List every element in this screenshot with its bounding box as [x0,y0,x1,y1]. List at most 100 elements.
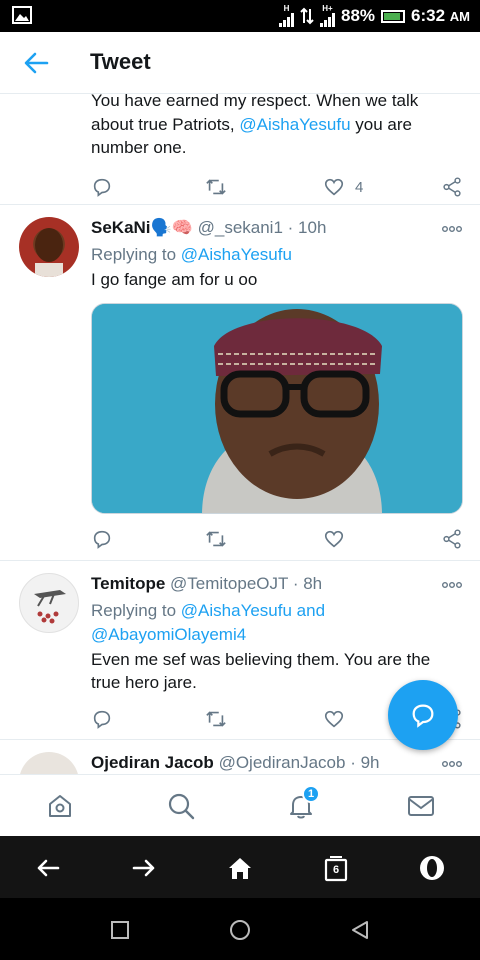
tweet-text-line: You have earned my respect. When we talk [91,94,419,110]
tweet-text: I go fange am for u oo [91,270,258,289]
retweet-button[interactable] [205,707,227,731]
reply-bubble-icon [412,704,434,728]
author-name[interactable]: Temitope [91,574,165,593]
tweet-card[interactable]: You have earned my respect. When we talk… [0,94,480,205]
tweet-text-line: number one. [91,138,187,157]
data-transfer-icon [300,7,314,25]
signal-1-icon: H [278,4,294,27]
retweet-button[interactable] [205,527,227,551]
like-button[interactable] [323,527,345,551]
browser-home-icon[interactable] [226,854,254,882]
reply-icon [93,178,111,197]
network-type-1: H [283,4,290,13]
share-button[interactable] [441,175,463,199]
system-nav-bar [0,898,480,960]
battery-icon [381,9,406,23]
tab-count: 6 [332,863,340,876]
avatar-photo [35,228,63,277]
app-header: Tweet [0,32,480,94]
heart-icon [324,530,344,548]
retweet-icon [206,711,226,727]
tweet-text-segment: you are [355,115,412,134]
replying-label: Replying to [91,601,177,620]
tweet-time: · 9h [350,753,380,772]
reply-button[interactable] [91,527,113,551]
replying-to-line-2: @AbayomiOlayemi4 [91,625,246,645]
heart-icon [324,178,344,196]
replying-label: Replying to [91,245,177,264]
battery-percent: 88% [340,6,376,25]
author-handle[interactable]: @_sekani1 [198,218,283,237]
reply-icon [93,710,111,729]
heart-icon [324,710,344,728]
tweet-actions [91,527,463,551]
avatar[interactable] [19,217,79,277]
retweet-icon [206,179,226,195]
notification-badge: 1 [302,785,320,803]
reply-button[interactable] [91,707,113,731]
status-bar: H H+ 88% 6:32 AM [0,0,480,32]
search-icon[interactable] [166,791,196,821]
tweet-text-line: true hero jare. [91,673,197,692]
browser-tabs-button[interactable]: 6 [322,854,350,882]
avatar[interactable] [19,752,79,774]
mention-link[interactable]: @AbayomiOlayemi4 [91,625,246,644]
author-name[interactable]: Ojediran Jacob [91,753,214,772]
author-name[interactable]: SeKaNi [91,218,151,237]
tweet-actions: 4 [91,175,463,199]
messages-envelope-icon[interactable] [406,791,436,821]
tweet-author-line: Temitope @TemitopeOJT · 8h [91,574,322,594]
share-button[interactable] [441,527,463,551]
replying-to-line: Replying to @AishaYesufu and [91,601,325,621]
share-icon [443,177,461,197]
more-options-icon[interactable] [442,581,462,589]
app-screen: H H+ 88% 6:32 AM Tweet You have earned m… [0,0,480,960]
mention-link[interactable]: @AishaYesufu and [181,601,325,620]
tweet-author-line: SeKaNi🗣️🧠 @_sekani1 · 10h [91,218,326,238]
retweet-button[interactable] [205,175,227,199]
signal-2-icon: H+ [319,4,335,27]
clock-time: 6:32 [411,6,446,25]
clock-ampm: AM [449,9,470,24]
reply-button[interactable] [91,175,113,199]
browser-toolbar: 6 [0,836,480,898]
portrait-photo [92,304,462,513]
more-options-icon[interactable] [442,760,462,768]
like-button[interactable]: 4 [323,175,363,199]
home-circle-icon[interactable] [228,918,252,942]
mention-link[interactable]: @AishaYesufu [181,245,292,264]
mention-link[interactable]: @AishaYesufu [239,115,350,134]
compose-reply-button[interactable] [388,680,458,750]
more-options-icon[interactable] [442,225,462,233]
bottom-tab-bar: 1 [0,774,480,836]
tweet-media-image[interactable] [91,303,463,514]
tweet-card[interactable]: SeKaNi🗣️🧠 @_sekani1 · 10h Replying to @A… [0,205,480,561]
tweet-text-line: about true Patriots, @AishaYesufu you ar… [91,115,412,135]
author-handle[interactable]: @TemitopeOJT [170,574,288,593]
reply-icon [93,530,111,549]
tweet-text-line: Even me sef was believing them. You are … [91,650,431,669]
page-title: Tweet [90,49,151,74]
network-type-2: H+ [322,4,333,13]
browser-forward-icon[interactable] [130,854,158,882]
status-time: 6:32 AM [411,6,470,26]
avatar-illustration [34,590,66,624]
browser-back-icon[interactable] [34,854,62,882]
opera-menu-icon[interactable] [418,854,446,882]
tweet-author-line: Ojediran Jacob @OjediranJacob · 9h [91,753,379,773]
home-icon[interactable] [45,791,75,821]
status-indicators: H H+ 88% 6:32 AM [278,4,470,27]
author-emoji: 🗣️🧠 [150,218,193,237]
like-count: 4 [355,178,364,196]
share-icon [443,529,461,549]
like-button[interactable] [323,707,345,731]
back-triangle-icon[interactable] [348,918,372,942]
back-arrow-icon[interactable] [20,48,52,78]
avatar[interactable] [19,573,79,633]
reply-feed: You have earned my respect. When we talk… [0,94,480,774]
replying-to-line: Replying to @AishaYesufu [91,245,292,265]
tweet-time: · 10h [287,218,327,237]
author-handle[interactable]: @OjediranJacob [219,753,346,772]
recents-square-icon[interactable] [108,918,132,942]
gallery-notification-icon [12,6,32,24]
